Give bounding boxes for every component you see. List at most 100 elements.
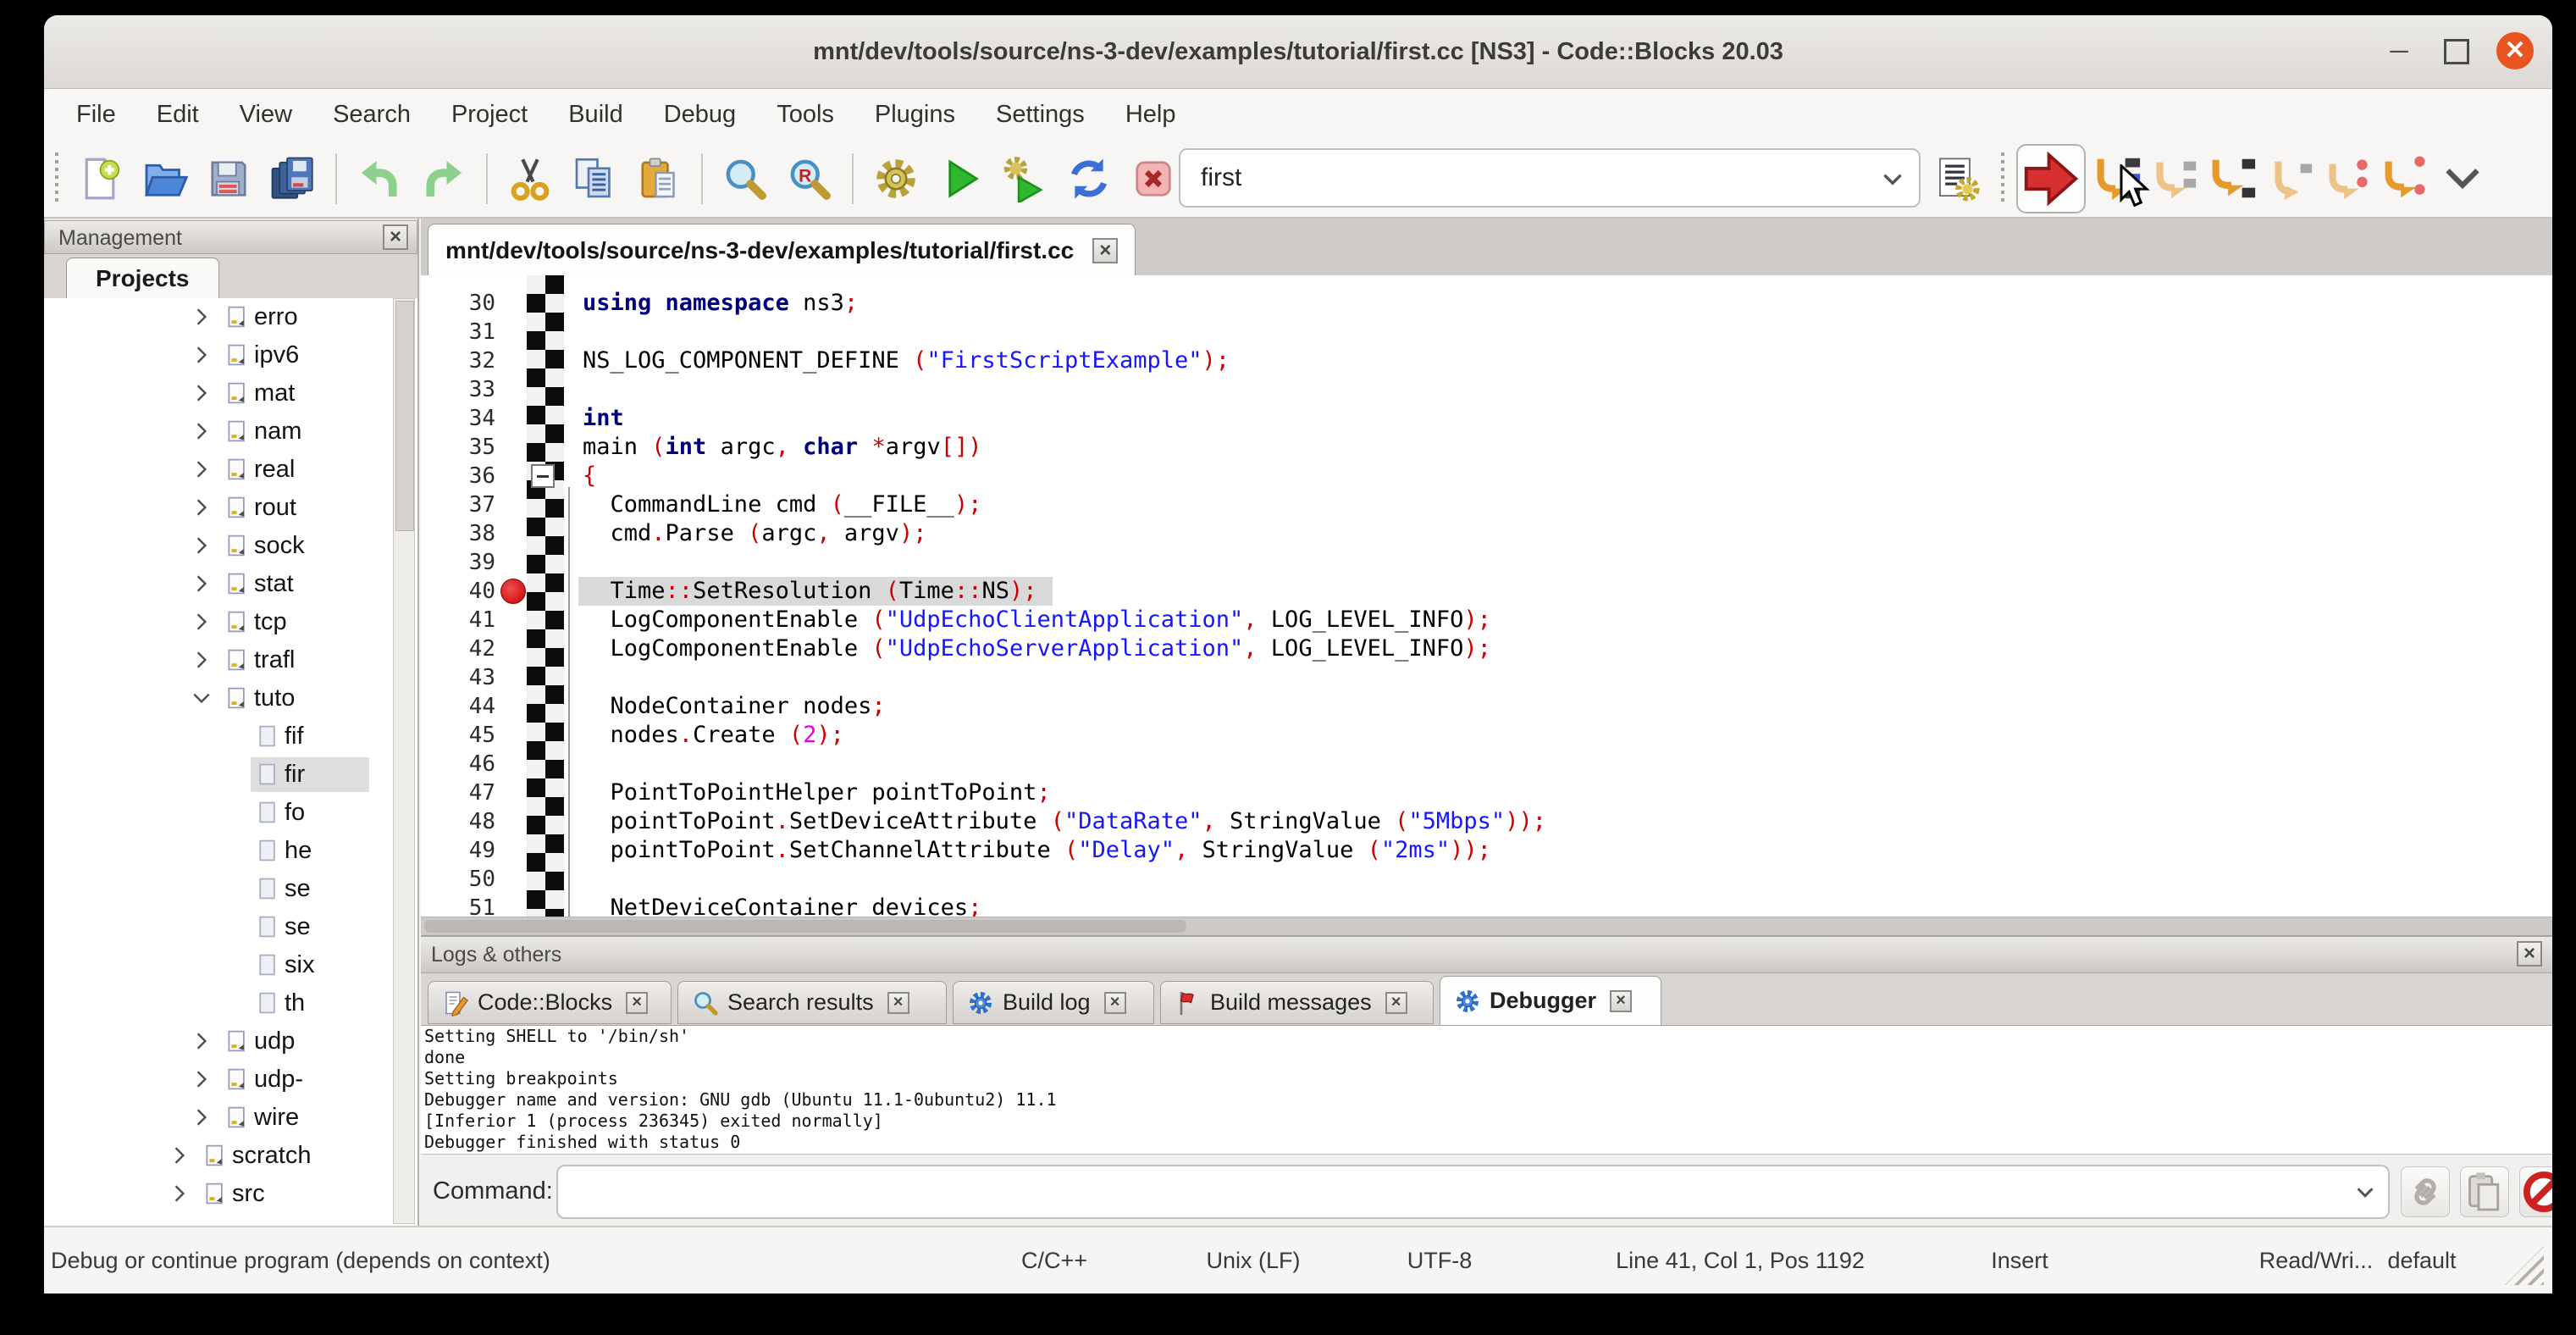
chevron-right-icon[interactable] bbox=[190, 1105, 213, 1129]
tree-item-tcp[interactable]: tcp bbox=[44, 603, 417, 641]
tab-close-icon[interactable]: × bbox=[1385, 992, 1407, 1014]
editor-tab-first-cc[interactable]: mnt/dev/tools/source/ns-3-dev/examples/t… bbox=[428, 224, 1136, 276]
line-number[interactable]: 40 bbox=[421, 577, 495, 606]
redo-button[interactable] bbox=[420, 152, 467, 206]
code-area[interactable]: 30using namespace ns3;3132NS_LOG_COMPONE… bbox=[421, 275, 2552, 917]
new-file-button[interactable] bbox=[76, 152, 124, 206]
line-number[interactable]: 37 bbox=[421, 490, 495, 519]
line-number[interactable]: 32 bbox=[421, 346, 495, 375]
menu-item-edit[interactable]: Edit bbox=[136, 89, 219, 141]
chevron-expanded-icon[interactable] bbox=[190, 686, 213, 710]
line-number[interactable]: 35 bbox=[421, 433, 495, 462]
tree-item-sock[interactable]: sock bbox=[44, 527, 417, 565]
chevron-right-icon[interactable] bbox=[190, 305, 213, 329]
tree-item-nam[interactable]: nam bbox=[44, 413, 417, 451]
step-into-instruction-button[interactable] bbox=[2379, 152, 2431, 206]
tree-item-udp[interactable]: udp bbox=[44, 1022, 417, 1061]
command-input[interactable] bbox=[572, 1170, 2302, 1214]
resize-grip[interactable] bbox=[2505, 1246, 2544, 1285]
chevron-right-icon[interactable] bbox=[190, 343, 213, 367]
line-number[interactable]: 34 bbox=[421, 404, 495, 433]
find-button[interactable] bbox=[721, 152, 769, 206]
tab-close-icon[interactable]: × bbox=[1610, 990, 1632, 1012]
editor-hscrollbar[interactable] bbox=[421, 917, 2552, 936]
tree-item-udp-[interactable]: udp- bbox=[44, 1061, 417, 1099]
log-tab-code-blocks[interactable]: Code::Blocks× bbox=[428, 981, 672, 1024]
tree-scrollbar-thumb[interactable] bbox=[395, 301, 414, 531]
save-file-button[interactable] bbox=[205, 152, 252, 206]
tree-item-fir[interactable]: fir bbox=[44, 756, 417, 794]
paste-button[interactable] bbox=[635, 152, 683, 206]
tree-scrollbar[interactable] bbox=[393, 298, 415, 1224]
save-all-button[interactable] bbox=[269, 152, 317, 206]
chevron-right-icon[interactable] bbox=[190, 419, 213, 443]
step-into-button[interactable] bbox=[2206, 152, 2258, 206]
tree-item-se[interactable]: se bbox=[44, 908, 417, 946]
line-number[interactable]: 38 bbox=[421, 519, 495, 548]
tree-item-stat[interactable]: stat bbox=[44, 565, 417, 603]
line-number[interactable]: 36 bbox=[421, 462, 495, 490]
rebuild-button[interactable] bbox=[1065, 152, 1113, 206]
log-tab-build-log[interactable]: Build log× bbox=[953, 981, 1154, 1024]
tree-item-wire[interactable]: wire bbox=[44, 1099, 417, 1137]
menu-item-file[interactable]: File bbox=[56, 89, 136, 141]
menu-item-project[interactable]: Project bbox=[431, 89, 548, 141]
chevron-right-icon[interactable] bbox=[168, 1182, 191, 1205]
line-number[interactable]: 42 bbox=[421, 634, 495, 663]
run-button[interactable] bbox=[937, 152, 984, 206]
line-number[interactable]: 33 bbox=[421, 375, 495, 404]
next-instruction-button[interactable] bbox=[2321, 152, 2374, 206]
chevron-right-icon[interactable] bbox=[190, 1029, 213, 1053]
chevron-right-icon[interactable] bbox=[190, 457, 213, 481]
chevron-right-icon[interactable] bbox=[190, 381, 213, 405]
maximize-button[interactable] bbox=[2439, 34, 2474, 69]
menu-item-build[interactable]: Build bbox=[548, 89, 644, 141]
open-file-button[interactable] bbox=[141, 152, 188, 206]
line-number[interactable]: 49 bbox=[421, 836, 495, 865]
menu-item-view[interactable]: View bbox=[219, 89, 312, 141]
chevron-right-icon[interactable] bbox=[190, 496, 213, 519]
chevron-right-icon[interactable] bbox=[190, 648, 213, 672]
build-target-input[interactable] bbox=[1199, 153, 1846, 202]
tree-item-trafl[interactable]: trafl bbox=[44, 641, 417, 679]
build-target-options-button[interactable] bbox=[1934, 152, 1982, 206]
tab-close-icon[interactable]: × bbox=[626, 992, 648, 1014]
line-number[interactable]: 41 bbox=[421, 606, 495, 634]
chevron-right-icon[interactable] bbox=[168, 1144, 191, 1167]
tree-item-se[interactable]: se bbox=[44, 870, 417, 908]
line-number[interactable]: 46 bbox=[421, 750, 495, 778]
menu-item-help[interactable]: Help bbox=[1105, 89, 1197, 141]
menu-item-debug[interactable]: Debug bbox=[644, 89, 756, 141]
line-number[interactable]: 45 bbox=[421, 721, 495, 750]
debugger-log-output[interactable]: Setting SHELL to '/bin/sh'doneSetting br… bbox=[421, 1026, 2552, 1154]
toolbar-overflow-button[interactable] bbox=[2436, 152, 2489, 206]
line-number[interactable]: 31 bbox=[421, 318, 495, 346]
tree-item-fif[interactable]: fif bbox=[44, 717, 417, 756]
menu-item-plugins[interactable]: Plugins bbox=[854, 89, 976, 141]
chevron-down-icon[interactable] bbox=[1878, 165, 1907, 194]
line-number[interactable]: 51 bbox=[421, 894, 495, 917]
log-tab-debugger[interactable]: Debugger× bbox=[1440, 976, 1661, 1025]
line-number[interactable]: 43 bbox=[421, 663, 495, 692]
tab-close-icon[interactable]: × bbox=[1104, 992, 1126, 1014]
chevron-right-icon[interactable] bbox=[190, 1067, 213, 1091]
build-target-combo[interactable] bbox=[1179, 148, 1921, 208]
next-line-button[interactable] bbox=[2148, 152, 2201, 206]
tree-item-he[interactable]: he bbox=[44, 832, 417, 870]
fold-collapse-icon[interactable] bbox=[531, 464, 555, 488]
line-number[interactable]: 44 bbox=[421, 692, 495, 721]
close-button[interactable]: ✕ bbox=[2496, 32, 2534, 69]
command-combo[interactable] bbox=[556, 1165, 2390, 1219]
copy-button[interactable] bbox=[571, 152, 618, 206]
breakpoint-icon[interactable] bbox=[500, 579, 526, 604]
tab-close-icon[interactable]: × bbox=[887, 992, 909, 1014]
line-number[interactable]: 47 bbox=[421, 778, 495, 807]
line-number[interactable]: 50 bbox=[421, 865, 495, 894]
tree-item-ipv6[interactable]: ipv6 bbox=[44, 336, 417, 374]
replace-button[interactable]: R bbox=[786, 152, 833, 206]
tree-item-scratch[interactable]: scratch bbox=[44, 1137, 417, 1175]
menu-item-tools[interactable]: Tools bbox=[756, 89, 854, 141]
tree-item-erro[interactable]: erro bbox=[44, 298, 417, 336]
abort-build-button[interactable] bbox=[1130, 152, 1177, 206]
menu-item-settings[interactable]: Settings bbox=[976, 89, 1105, 141]
